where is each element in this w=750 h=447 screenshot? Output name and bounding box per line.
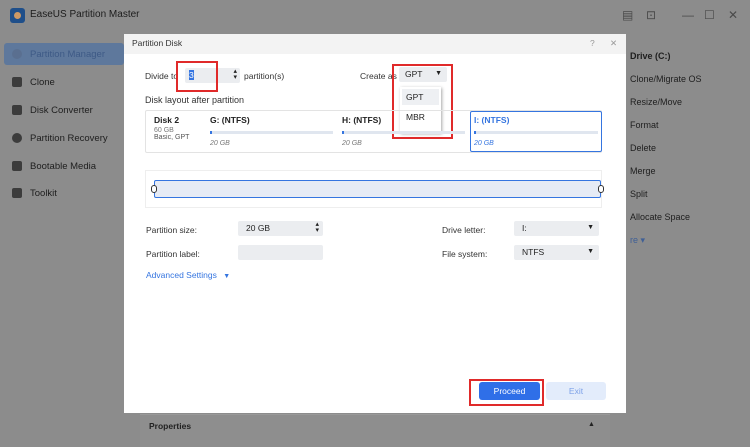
partitions-label: partition(s) [244,71,285,81]
close-icon[interactable]: ✕ [610,38,617,49]
usage-bar [474,131,598,134]
divide-label: Divide to [145,71,179,81]
exit-button[interactable]: Exit [546,382,606,400]
partition-size: 20 GB [474,140,494,147]
maximize-button[interactable]: ☐ [704,8,715,22]
partition-label-input[interactable] [238,245,323,260]
usage-bar [342,131,465,134]
more-link[interactable]: re ▾ [630,235,645,246]
partition-size-input[interactable]: 20 GB ▴ ▾ [238,221,323,236]
sidebar-item-label: Disk Converter [30,104,93,116]
drive-letter-label: Drive letter: [442,225,486,235]
file-system-value: NTFS [522,247,545,257]
sidebar-item-label: Clone [30,76,55,88]
partition-label-label: Partition label: [146,249,200,259]
close-button[interactable]: ✕ [728,8,738,22]
sidebar-item-toolkit[interactable]: Toolkit [4,182,124,204]
pie-icon [12,49,22,59]
drive-letter-select[interactable]: I: ▼ [514,221,599,236]
disk-icon [12,105,22,115]
chevron-down-icon: ▼ [587,248,594,255]
app-title: EaseUS Partition Master [30,9,140,20]
disk-type: Basic, GPT [154,134,190,141]
action-clone-migrate[interactable]: Clone/Migrate OS [630,74,702,84]
dialog-titlebar: Partition Disk ? ✕ [124,34,626,54]
sidebar-item-label: Toolkit [30,187,57,199]
media-icon [12,161,22,171]
chevron-down-icon: ▼ [223,273,231,280]
disk-name: Disk 2 [154,115,180,125]
sidebar-item-partition-manager[interactable]: Partition Manager [4,43,124,65]
sidebar-item-label: Bootable Media [30,160,97,172]
sidebar-item-label: Partition Recovery [30,132,108,144]
usage-bar [210,131,333,134]
collapse-icon[interactable]: ▲ [588,421,595,428]
advanced-settings-toggle[interactable]: Advanced Settings ▼ [146,270,230,280]
advanced-settings-label: Advanced Settings [146,270,217,280]
partition-disk-dialog: Partition Disk ? ✕ Divide to 3 ▴ ▾ partiti… [124,34,626,413]
stepper-arrows-icon[interactable]: ▴ ▾ [233,68,237,81]
partition-bar[interactable] [154,180,601,198]
partition-g[interactable]: G: (NTFS) 20 GB [210,115,333,147]
sidebar-item-clone[interactable]: Clone [4,71,124,93]
drive-title: Drive (C:) [630,51,671,61]
highlight-box [469,379,544,406]
action-delete[interactable]: Delete [630,143,656,153]
app-logo [10,8,25,23]
clone-icon [12,77,22,87]
highlight-box [176,61,218,92]
upload-icon[interactable]: ⊡ [646,8,656,22]
action-resize-move[interactable]: Resize/Move [630,97,682,107]
sidebar-item-disk-converter[interactable]: Disk Converter [4,99,124,121]
chevron-down-icon: ▼ [587,224,594,231]
partition-size-value: 20 GB [246,223,271,233]
partition-h[interactable]: H: (NTFS) 20 GB [342,115,465,147]
partition-size: 20 GB [342,140,362,147]
action-format[interactable]: Format [630,120,659,130]
more-label: re [630,235,639,245]
stepper-arrows-icon[interactable]: ▴ ▾ [315,221,319,234]
toolbox-icon [12,188,22,198]
dialog-title: Partition Disk [132,38,183,48]
feedback-icon[interactable]: ▤ [622,8,633,22]
partition-resize-area [145,170,604,208]
properties-bar[interactable]: Properties ▲ [140,414,610,447]
partition-name: G: (NTFS) [210,115,250,125]
properties-label: Properties [149,421,192,431]
file-system-select[interactable]: NTFS ▼ [514,245,599,260]
disk-size: 60 GB [154,127,174,134]
sidebar-item-partition-recovery[interactable]: Partition Recovery [4,127,124,149]
layout-label: Disk layout after partition [145,95,245,105]
disk-info: Disk 2 60 GB Basic, GPT [154,115,189,141]
partition-name: I: (NTFS) [474,115,510,125]
partition-size: 20 GB [210,140,230,147]
action-split[interactable]: Split [630,189,648,199]
action-allocate-space[interactable]: Allocate Space [630,212,690,222]
sidebar-item-bootable-media[interactable]: Bootable Media [4,155,124,177]
drive-letter-value: I: [522,223,527,233]
minimize-button[interactable]: — [682,8,694,22]
help-icon[interactable]: ? [590,38,595,48]
recovery-icon [12,133,22,143]
partition-size-label: Partition size: [146,225,198,235]
action-merge[interactable]: Merge [630,166,656,176]
file-system-label: File system: [442,249,488,259]
sidebar-item-label: Partition Manager [30,48,105,60]
partition-i[interactable]: I: (NTFS) 20 GB [470,111,602,152]
right-resize-handle[interactable] [598,185,604,193]
disk-layout: Disk 2 60 GB Basic, GPT G: (NTFS) 20 GB H… [145,110,602,153]
partition-name: H: (NTFS) [342,115,382,125]
left-resize-handle[interactable] [151,185,157,193]
